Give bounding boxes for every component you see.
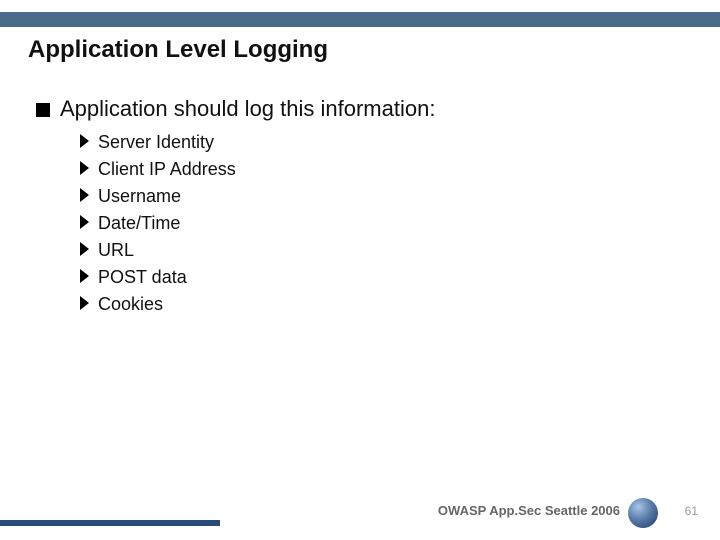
sublist: Server Identity Client IP Address Userna… [80, 132, 684, 315]
slide: Application Level Logging Application sh… [0, 0, 720, 540]
list-item: Username [80, 186, 684, 207]
arrow-icon [80, 215, 90, 229]
page-number: 61 [685, 504, 698, 518]
list-item-label: URL [98, 240, 134, 261]
list-item: URL [80, 240, 684, 261]
list-item: Cookies [80, 294, 684, 315]
list-item: Date/Time [80, 213, 684, 234]
arrow-icon [80, 161, 90, 175]
content-area: Application should log this information:… [36, 96, 684, 321]
arrow-icon [80, 188, 90, 202]
arrow-icon [80, 134, 90, 148]
list-item: Client IP Address [80, 159, 684, 180]
arrow-icon [80, 269, 90, 283]
globe-icon [628, 498, 658, 528]
list-item-label: Server Identity [98, 132, 214, 153]
arrow-icon [80, 242, 90, 256]
list-item: POST data [80, 267, 684, 288]
list-item-label: Username [98, 186, 181, 207]
top-bar [0, 12, 720, 27]
square-bullet-icon [36, 103, 50, 117]
arrow-icon [80, 296, 90, 310]
footer-text: OWASP App.Sec Seattle 2006 [438, 503, 620, 518]
bullet-text: Application should log this information: [60, 96, 435, 122]
list-item-label: Client IP Address [98, 159, 236, 180]
list-item-label: Cookies [98, 294, 163, 315]
list-item-label: Date/Time [98, 213, 180, 234]
slide-title: Application Level Logging [28, 36, 328, 64]
bullet-level1: Application should log this information: [36, 96, 684, 122]
list-item: Server Identity [80, 132, 684, 153]
list-item-label: POST data [98, 267, 187, 288]
footer-bar [0, 520, 220, 526]
